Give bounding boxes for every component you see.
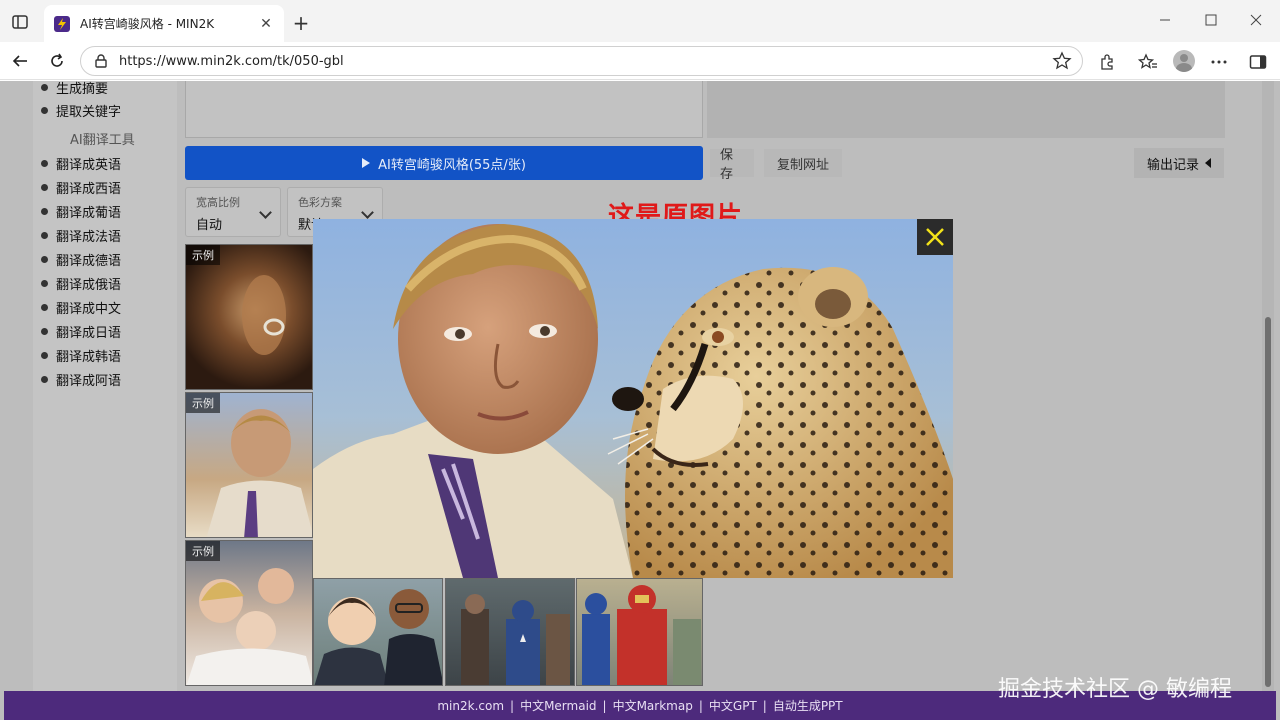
star-icon[interactable] [1052,51,1072,71]
tab-title: AI转宫崎骏风格 - MIN2K [80,17,215,31]
bullet-icon [41,327,48,335]
bullet-icon [41,279,48,287]
footer-link-gpt[interactable]: 中文GPT [709,697,757,714]
browser-tab[interactable]: AI转宫崎骏风格 - MIN2K ✕ [44,5,284,42]
copy-url-button[interactable]: 复制网址 [764,149,842,177]
favicon [54,15,70,32]
extensions-icon[interactable] [1096,51,1118,73]
footer-link-markmap[interactable]: 中文Markmap [613,697,693,714]
sidebar-item-translate-ar[interactable]: 翻译成阿语 [41,368,121,390]
original-image-preview [313,219,953,578]
url-field[interactable]: https://www.min2k.com/tk/050-gbl [80,46,1083,76]
reload-icon[interactable] [45,50,69,72]
result-panel [707,81,1225,138]
sidebar-item-translate-ja[interactable]: 翻译成日语 [41,320,121,342]
sidebar-item-translate-de[interactable]: 翻译成德语 [41,248,121,270]
watermark: 掘金技术社区 @ 敏编程 [998,677,1232,702]
example-result-heroes[interactable] [576,578,703,686]
back-icon[interactable] [8,50,32,72]
left-sidebar: 生成摘要 提取关键字 AI翻译工具 翻译成英语 翻译成西语 翻译成葡语 翻译成法… [33,81,177,691]
footer-separator: | [510,698,515,713]
sidebar-item-translate-pt[interactable]: 翻译成葡语 [41,200,121,222]
aspect-ratio-select[interactable]: 宽高比例 自动 [185,187,281,237]
sidebar-item-translate-ko[interactable]: 翻译成韩语 [41,344,121,366]
example-image-ring[interactable]: 示例 [185,244,313,390]
footer-link-ppt[interactable]: 自动生成PPT [773,697,843,714]
tab-actions-icon[interactable] [10,12,30,32]
bullet-icon [41,207,48,215]
bullet-icon [41,375,48,383]
scrollbar-thumb[interactable] [1265,317,1271,687]
sidebar-item-translate-en[interactable]: 翻译成英语 [41,152,121,174]
bullet-icon [41,231,48,239]
play-icon [362,158,371,168]
plus-icon[interactable]: + [290,11,312,35]
tab-strip: AI转宫崎骏风格 - MIN2K ✕ + [0,0,1280,42]
avatar[interactable] [1173,50,1195,72]
example-image-heroes[interactable] [445,578,575,686]
sidebar-item-translate-fr[interactable]: 翻译成法语 [41,224,121,246]
caret-left-icon [1205,158,1211,168]
example-image-boy[interactable]: 示例 [185,392,313,538]
footer-link-mermaid[interactable]: 中文Mermaid [520,697,596,714]
save-button[interactable]: 保存 [710,148,754,182]
sidebar-item-translate-es[interactable]: 翻译成西语 [41,176,121,198]
more-icon[interactable] [1208,51,1230,73]
sidebar-item-summary[interactable]: 生成摘要 [41,81,108,98]
close-window-icon[interactable] [1244,10,1268,30]
lock-icon[interactable] [93,53,109,69]
example-image-selfie[interactable]: 示例 [185,540,313,686]
scrollbar[interactable] [1262,81,1274,691]
convert-button[interactable]: AI转宫崎骏风格(55点/张) [185,146,703,180]
close-icon[interactable]: ✕ [258,16,274,32]
address-bar: https://www.min2k.com/tk/050-gbl [0,42,1280,80]
sidebar-section-title: AI翻译工具 [70,133,135,148]
output-records-button[interactable]: 输出记录 [1134,148,1224,178]
bullet-icon [41,159,48,167]
footer-separator: | [602,698,607,713]
bullet-icon [41,255,48,263]
sidebar-item-translate-ru[interactable]: 翻译成俄语 [41,272,121,294]
boy-and-cheetah-photo [313,219,953,578]
bullet-icon [41,106,48,114]
footer-separator: | [762,698,767,713]
bullet-icon [41,351,48,359]
favorites-icon[interactable] [1137,51,1159,73]
bullet-icon [41,303,48,311]
minimize-icon[interactable] [1153,10,1177,30]
footer-link-min2k[interactable]: min2k.com [437,699,504,713]
example-result-anime[interactable] [313,578,443,686]
bullet-icon [41,183,48,191]
sidebar-item-translate-zh[interactable]: 翻译成中文 [41,296,121,318]
sidebar-item-keywords[interactable]: 提取关键字 [41,99,121,121]
bullet-icon [41,83,48,91]
prompt-textarea[interactable] [185,81,703,138]
footer-separator: | [698,698,703,713]
maximize-icon[interactable] [1199,10,1223,30]
sidebar-icon[interactable] [1247,51,1269,73]
url-text[interactable]: https://www.min2k.com/tk/050-gbl [119,54,1052,69]
close-icon[interactable] [917,219,953,255]
